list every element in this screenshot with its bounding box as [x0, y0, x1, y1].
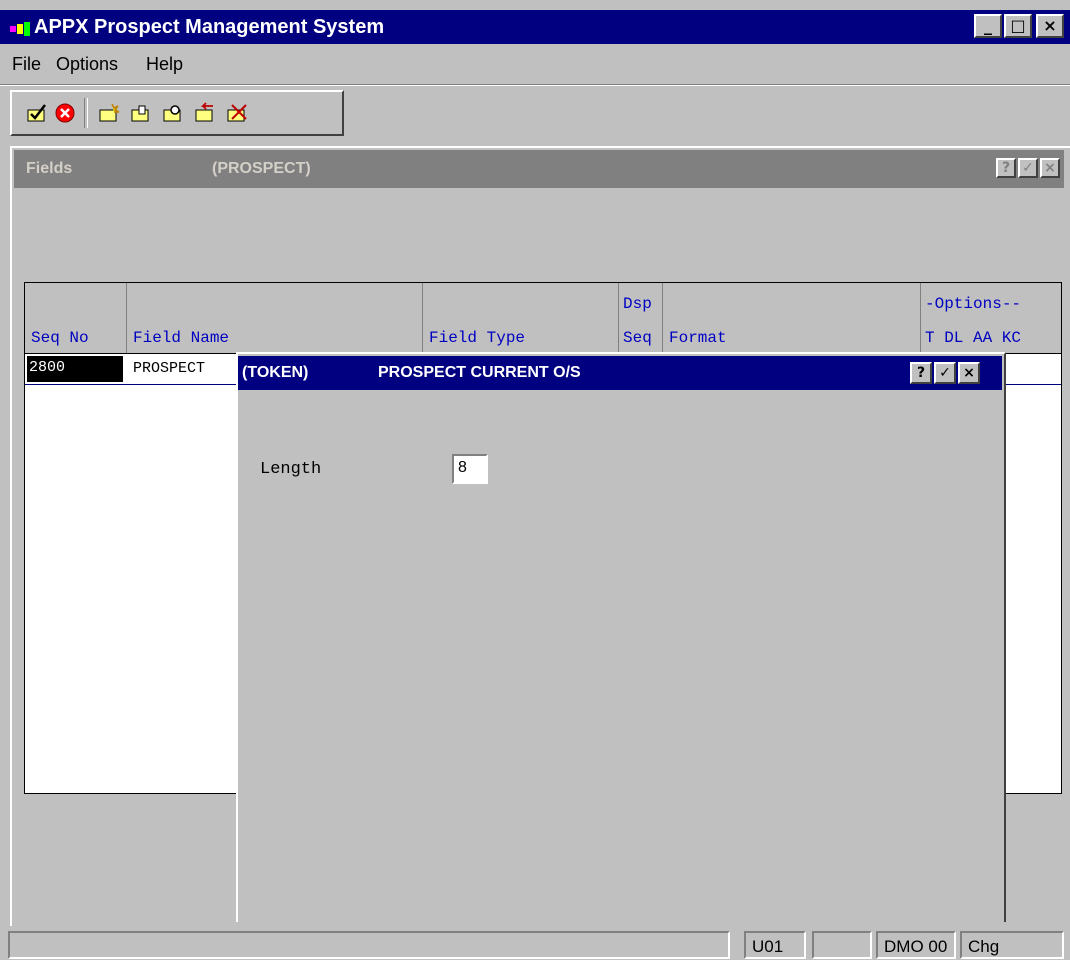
- token-dialog-titlebar: (TOKEN) PROSPECT CURRENT O/S ? ✓ ×: [238, 356, 1002, 390]
- dialog-help-icon[interactable]: ?: [910, 362, 932, 384]
- minimize-button[interactable]: _: [974, 14, 1002, 38]
- status-message: [8, 931, 730, 959]
- window-titlebar: APPX Prospect Management System _ □ ×: [0, 10, 1070, 44]
- status-blank: [812, 931, 872, 959]
- edit-folder-icon[interactable]: [130, 102, 152, 124]
- check-icon[interactable]: ✓: [1018, 158, 1038, 178]
- menubar: File Options Help: [0, 44, 1070, 84]
- dialog-title-left: (TOKEN): [242, 364, 309, 381]
- dialog-close-icon[interactable]: ×: [958, 362, 980, 384]
- column-header-format[interactable]: Format: [663, 283, 921, 353]
- header-format: Format: [669, 329, 727, 347]
- header-seq-no: Seq No: [31, 329, 89, 347]
- fields-panel-subtitle: (PROSPECT): [212, 160, 311, 177]
- maximize-button[interactable]: □: [1004, 14, 1032, 38]
- cancel-icon[interactable]: [54, 102, 76, 124]
- header-field-name: Field Name: [133, 329, 230, 347]
- toolbar-separator: [0, 84, 1070, 86]
- menu-options[interactable]: Options: [56, 54, 118, 75]
- app-icon: [10, 22, 30, 36]
- new-folder-icon[interactable]: [98, 102, 120, 124]
- search-folder-icon[interactable]: [162, 102, 184, 124]
- window-title: APPX Prospect Management System: [34, 16, 385, 38]
- back-folder-icon[interactable]: [194, 102, 216, 124]
- menu-help[interactable]: Help: [146, 54, 183, 75]
- status-mode: Chg: [960, 931, 1064, 959]
- header-dsp: Dsp: [623, 295, 652, 313]
- header-seq: Seq: [623, 329, 652, 347]
- header-field-type: Field Type: [429, 329, 526, 347]
- header-options-top: -Options--: [925, 295, 1022, 313]
- column-header-field-name[interactable]: Field Name: [127, 283, 423, 353]
- cell-seq-no[interactable]: 2800: [27, 356, 123, 382]
- fields-panel-title: Fields: [26, 160, 73, 177]
- help-icon[interactable]: ?: [996, 158, 1016, 178]
- column-header-dsp-seq[interactable]: Dsp Seq: [619, 283, 663, 353]
- menu-file[interactable]: File: [12, 54, 41, 75]
- dialog-check-icon[interactable]: ✓: [934, 362, 956, 384]
- header-options: T DL AA KC: [925, 329, 1022, 347]
- column-header-seq-no[interactable]: Seq No: [25, 283, 127, 353]
- status-user: U01: [744, 931, 806, 959]
- column-header-options[interactable]: -Options-- T DL AA KC: [921, 283, 1061, 353]
- length-field[interactable]: 8: [452, 454, 488, 484]
- cell-field-name[interactable]: PROSPECT: [133, 360, 205, 377]
- toolbar: [10, 90, 344, 136]
- close-icon[interactable]: ×: [1040, 158, 1060, 178]
- length-label: Length: [260, 460, 322, 479]
- token-dialog: [236, 352, 1006, 922]
- column-header-field-type[interactable]: Field Type: [423, 283, 619, 353]
- delete-folder-icon[interactable]: [226, 102, 248, 124]
- fields-panel-titlebar: Fields (PROSPECT) ? ✓ ×: [14, 150, 1064, 188]
- status-db: DMO 00: [876, 931, 956, 959]
- close-button[interactable]: ×: [1036, 14, 1064, 38]
- statusbar: U01 DMO 00 Chg: [0, 928, 1070, 960]
- ok-icon[interactable]: [26, 102, 48, 124]
- dialog-title-right: PROSPECT CURRENT O/S: [378, 364, 581, 381]
